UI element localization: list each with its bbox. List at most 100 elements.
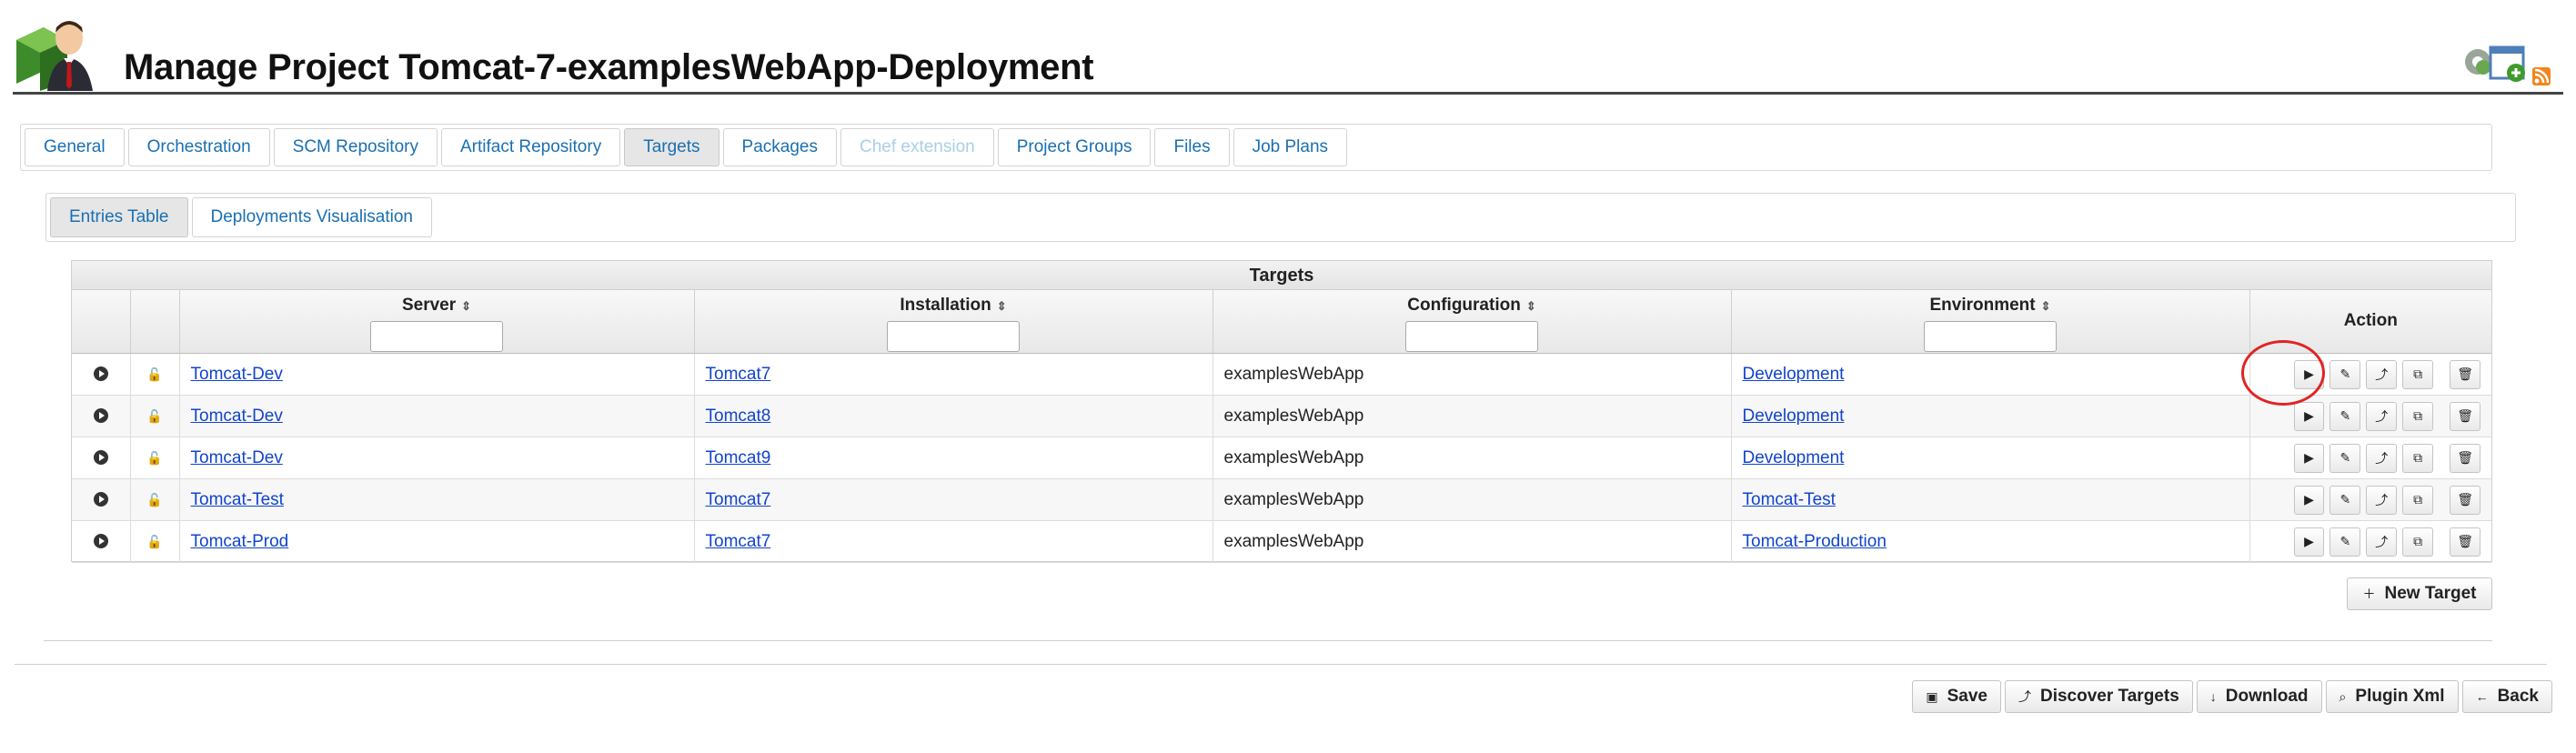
- tab-targets[interactable]: Targets: [624, 128, 719, 166]
- server-link[interactable]: Tomcat-Prod: [191, 532, 289, 551]
- share-arrow-icon: ⤴: [2018, 689, 2031, 704]
- installation-link[interactable]: Tomcat7: [706, 365, 771, 384]
- play-circle-icon[interactable]: [93, 492, 108, 507]
- unlock-icon[interactable]: 🔓: [146, 366, 162, 381]
- server-link[interactable]: Tomcat-Test: [191, 490, 284, 509]
- unlock-icon[interactable]: 🔓: [146, 492, 162, 507]
- new-target-button[interactable]: ＋ New Target: [2347, 577, 2492, 610]
- tab-entries-table[interactable]: Entries Table: [50, 197, 188, 237]
- unlock-icon[interactable]: 🔓: [146, 408, 162, 423]
- share-button[interactable]: ⤴: [2366, 527, 2398, 557]
- column-header-action: Action: [2249, 290, 2491, 354]
- rss-icon[interactable]: [2532, 67, 2551, 85]
- column-header-configuration-label: Configuration: [1407, 296, 1521, 315]
- configuration-cell: examplesWebApp: [1213, 437, 1732, 479]
- environment-filter-input[interactable]: [1924, 321, 2057, 352]
- installation-filter-input[interactable]: [887, 321, 1020, 352]
- server-cell: Tomcat-Dev: [179, 353, 695, 396]
- tab-deployments-visualisation[interactable]: Deployments Visualisation: [191, 197, 432, 237]
- environment-link[interactable]: Development: [1743, 448, 1845, 467]
- run-button[interactable]: ▶: [2293, 443, 2325, 473]
- installation-link[interactable]: Tomcat7: [706, 532, 771, 551]
- copy-icon: ⧉: [2413, 492, 2423, 507]
- back-button[interactable]: ← Back: [2461, 680, 2552, 713]
- sort-icon[interactable]: ⇕: [2041, 299, 2051, 313]
- play-circle-icon[interactable]: [93, 366, 108, 382]
- download-button[interactable]: ↓ Download: [2196, 680, 2322, 713]
- tab-orchestration[interactable]: Orchestration: [127, 128, 270, 166]
- environment-link[interactable]: Development: [1743, 365, 1845, 384]
- copy-button[interactable]: ⧉: [2402, 485, 2434, 515]
- edit-button[interactable]: ✎: [2329, 527, 2361, 557]
- run-button[interactable]: ▶: [2293, 359, 2325, 389]
- edit-button[interactable]: ✎: [2329, 359, 2361, 389]
- tab-project-groups[interactable]: Project Groups: [997, 128, 1152, 166]
- plugin-xml-button[interactable]: ⌕ Plugin Xml: [2325, 680, 2459, 713]
- action-cell: ▶ ✎ ⤴ ⧉ 🗑: [2249, 437, 2491, 479]
- delete-button[interactable]: 🗑: [2450, 401, 2481, 431]
- column-header-environment[interactable]: Environment ⇕: [1731, 290, 2250, 354]
- copy-button[interactable]: ⧉: [2402, 527, 2434, 557]
- delete-button[interactable]: 🗑: [2450, 485, 2481, 515]
- tab-job-plans[interactable]: Job Plans: [1233, 128, 1348, 166]
- play-circle-icon[interactable]: [93, 408, 108, 424]
- unlock-icon[interactable]: 🔓: [146, 534, 162, 548]
- add-window-icon[interactable]: [2489, 45, 2525, 82]
- sort-icon[interactable]: ⇕: [997, 299, 1007, 313]
- share-button[interactable]: ⤴: [2366, 485, 2398, 515]
- column-header-configuration[interactable]: Configuration ⇕: [1213, 290, 1732, 354]
- tab-artifact-repository[interactable]: Artifact Repository: [440, 128, 621, 166]
- server-link[interactable]: Tomcat-Dev: [191, 448, 283, 467]
- sort-icon[interactable]: ⇕: [461, 299, 471, 313]
- configuration-filter-input[interactable]: [1405, 321, 1538, 352]
- configuration-cell: examplesWebApp: [1213, 353, 1732, 396]
- share-arrow-icon: ⤴: [2375, 534, 2389, 549]
- server-link[interactable]: Tomcat-Dev: [191, 407, 283, 426]
- tab-chef-extension: Chef extension: [840, 128, 994, 166]
- back-arrow-icon: ←: [2475, 689, 2489, 704]
- run-button[interactable]: ▶: [2293, 485, 2325, 515]
- installation-link[interactable]: Tomcat7: [706, 490, 771, 509]
- edit-button[interactable]: ✎: [2329, 443, 2361, 473]
- tab-packages[interactable]: Packages: [722, 128, 837, 166]
- download-label: Download: [2225, 687, 2309, 706]
- sort-icon[interactable]: ⇕: [1526, 299, 1536, 313]
- download-arrow-icon: ↓: [2209, 689, 2217, 704]
- share-button[interactable]: ⤴: [2366, 443, 2398, 473]
- copy-icon: ⧉: [2413, 408, 2423, 423]
- run-button[interactable]: ▶: [2293, 401, 2325, 431]
- column-header-installation[interactable]: Installation ⇕: [694, 290, 1213, 354]
- save-button[interactable]: ▣ Save: [1912, 680, 2001, 713]
- configuration-cell: examplesWebApp: [1213, 478, 1732, 521]
- gear-icon[interactable]: [2465, 49, 2490, 75]
- server-filter-input[interactable]: [370, 321, 503, 352]
- server-link[interactable]: Tomcat-Dev: [191, 365, 283, 384]
- play-icon: ▶: [2304, 534, 2314, 548]
- copy-button[interactable]: ⧉: [2402, 359, 2434, 389]
- plugin-xml-label: Plugin Xml: [2355, 687, 2445, 706]
- run-button[interactable]: ▶: [2293, 527, 2325, 557]
- environment-link[interactable]: Tomcat-Test: [1743, 490, 1836, 509]
- copy-button[interactable]: ⧉: [2402, 401, 2434, 431]
- tab-files[interactable]: Files: [1154, 128, 1230, 166]
- installation-link[interactable]: Tomcat8: [706, 407, 771, 426]
- installation-link[interactable]: Tomcat9: [706, 448, 771, 467]
- play-circle-icon[interactable]: [93, 534, 108, 549]
- edit-button[interactable]: ✎: [2329, 401, 2361, 431]
- installation-cell: Tomcat7: [694, 478, 1213, 521]
- delete-button[interactable]: 🗑: [2450, 443, 2481, 473]
- discover-targets-button[interactable]: ⤴ Discover Targets: [2004, 680, 2193, 713]
- edit-button[interactable]: ✎: [2329, 485, 2361, 515]
- tab-scm-repository[interactable]: SCM Repository: [273, 128, 438, 166]
- column-header-server[interactable]: Server ⇕: [179, 290, 695, 354]
- share-button[interactable]: ⤴: [2366, 359, 2398, 389]
- delete-button[interactable]: 🗑: [2450, 359, 2481, 389]
- play-circle-icon[interactable]: [93, 450, 108, 466]
- delete-button[interactable]: 🗑: [2450, 527, 2481, 557]
- tab-general[interactable]: General: [25, 128, 125, 166]
- environment-link[interactable]: Tomcat-Production: [1743, 532, 1887, 551]
- copy-button[interactable]: ⧉: [2402, 443, 2434, 473]
- share-button[interactable]: ⤴: [2366, 401, 2398, 431]
- unlock-icon[interactable]: 🔓: [146, 450, 162, 465]
- environment-link[interactable]: Development: [1743, 407, 1845, 426]
